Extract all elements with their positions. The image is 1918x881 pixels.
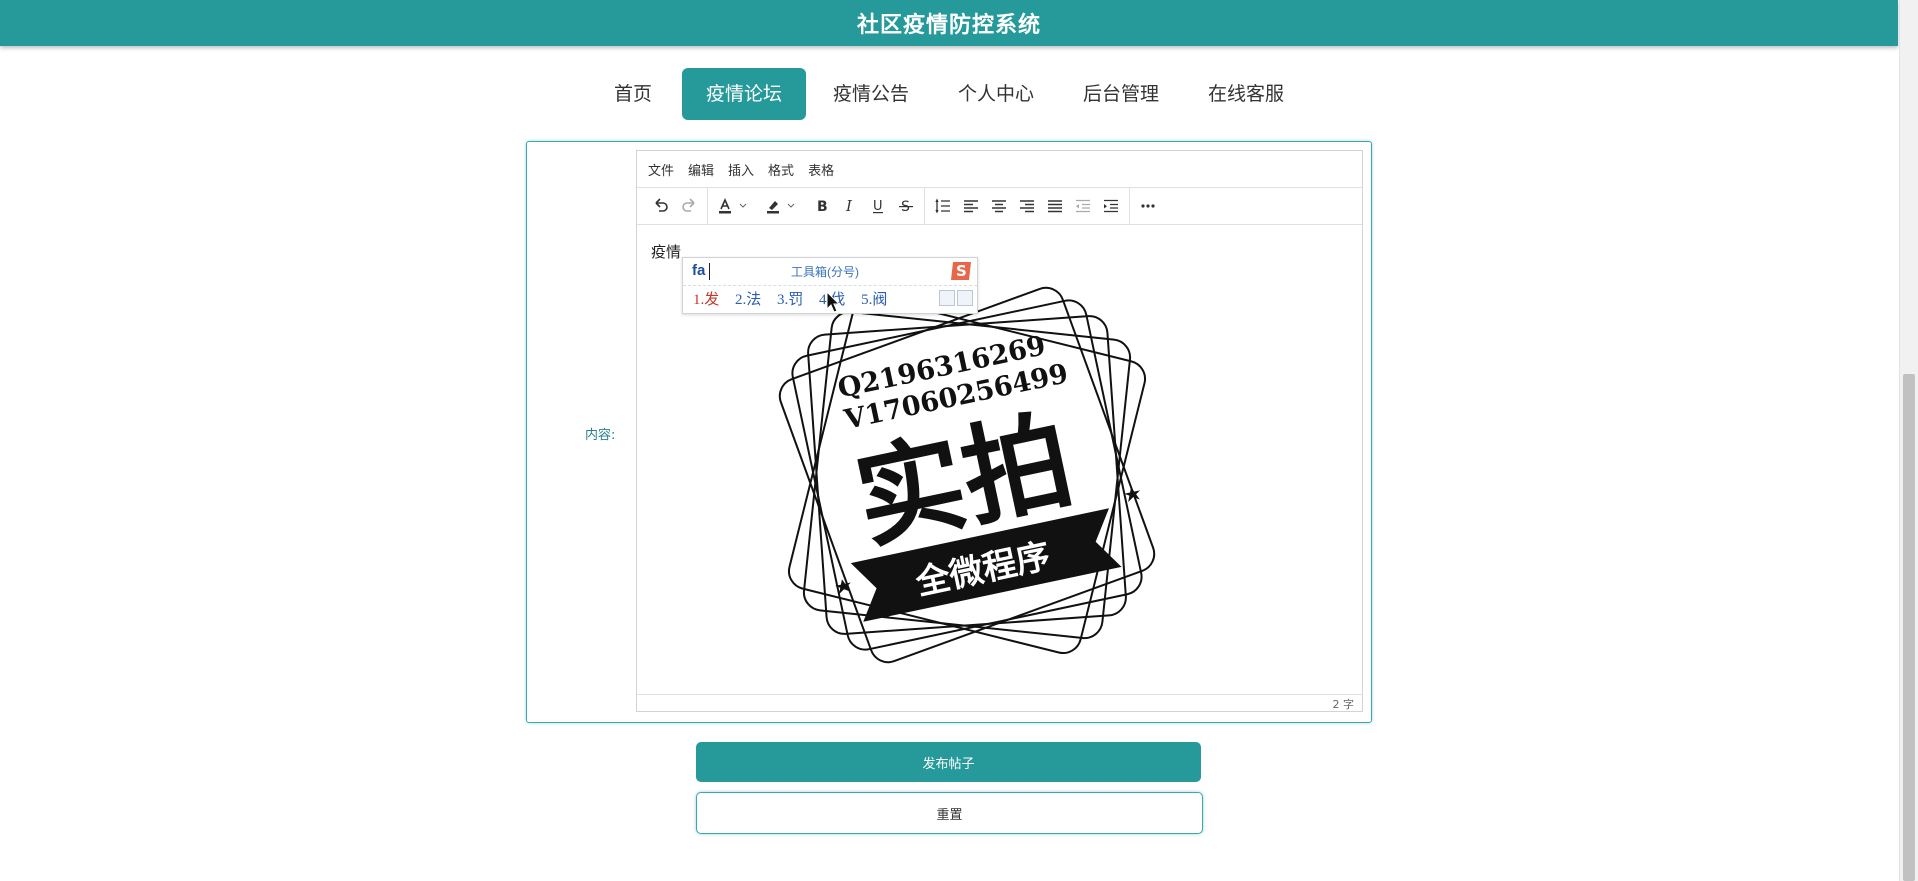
menu-edit[interactable]: 编辑 — [688, 160, 714, 179]
text-style-group: B I U S — [708, 188, 925, 224]
nav-item-support[interactable]: 在线客服 — [1190, 68, 1302, 120]
ime-candidate[interactable]: 1.发 — [693, 292, 719, 308]
editor-toolbar: B I U S — [637, 188, 1362, 225]
nav-item-profile[interactable]: 个人中心 — [940, 68, 1052, 120]
nav-item-announcements[interactable]: 疫情公告 — [815, 68, 927, 120]
mouse-cursor-icon — [826, 291, 841, 313]
ime-page-arrows — [939, 290, 973, 306]
nav-item-forum[interactable]: 疫情论坛 — [682, 68, 806, 120]
ime-candidate[interactable]: 5.阀 — [861, 292, 887, 308]
app-header: 社区疫情防控系统 — [0, 0, 1898, 46]
main-nav: 首页 疫情论坛 疫情公告 个人中心 后台管理 在线客服 — [0, 68, 1898, 120]
ime-candidate[interactable]: 3.罚 — [777, 292, 803, 308]
align-center-icon[interactable] — [985, 192, 1013, 220]
ime-expand-icon[interactable] — [957, 290, 973, 306]
outdent-icon[interactable] — [1069, 192, 1097, 220]
svg-text:S: S — [956, 262, 967, 280]
undo-icon[interactable] — [647, 192, 675, 220]
sogou-logo-icon: S — [951, 262, 971, 280]
svg-text:U: U — [873, 199, 883, 214]
alignment-group — [925, 188, 1130, 224]
ime-toolbox[interactable]: 工具箱(分号) — [791, 263, 859, 280]
italic-icon[interactable]: I — [836, 192, 864, 220]
post-form-panel: 内容: 文件 编辑 插入 格式 表格 B I U S 疫情 Q219631626… — [526, 141, 1372, 723]
chevron-down-icon — [787, 203, 795, 208]
app-title: 社区疫情防控系统 — [856, 13, 1041, 38]
menu-format[interactable]: 格式 — [768, 160, 794, 179]
watermark-stamp: Q2196316269 V17060256499 实拍 全微程序 — [778, 286, 1156, 664]
svg-text:B: B — [817, 199, 828, 215]
align-justify-icon[interactable] — [1041, 192, 1069, 220]
svg-text:I: I — [845, 197, 853, 215]
content-label: 内容: — [585, 428, 616, 443]
strikethrough-icon[interactable]: S — [892, 192, 920, 220]
rich-text-editor: 文件 编辑 插入 格式 表格 B I U S 疫情 Q2196316269 V1… — [636, 150, 1363, 712]
nav-item-home[interactable]: 首页 — [593, 68, 673, 120]
ime-next-page-icon[interactable] — [939, 290, 955, 306]
menu-table[interactable]: 表格 — [808, 160, 834, 179]
more-icon[interactable] — [1134, 192, 1162, 220]
line-height-icon[interactable] — [929, 192, 957, 220]
menu-file[interactable]: 文件 — [648, 160, 674, 179]
publish-post-button[interactable]: 发布帖子 — [696, 742, 1201, 782]
text-color-button[interactable] — [712, 197, 760, 215]
history-group — [643, 188, 708, 224]
scrollbar-thumb[interactable] — [1903, 374, 1915, 881]
nav-item-admin[interactable]: 后台管理 — [1065, 68, 1177, 120]
more-group — [1130, 188, 1166, 224]
indent-icon[interactable] — [1097, 192, 1125, 220]
editor-text: 疫情 — [651, 243, 682, 261]
menu-insert[interactable]: 插入 — [728, 160, 754, 179]
highlight-color-button[interactable] — [760, 197, 808, 215]
chevron-down-icon — [739, 203, 747, 208]
editor-menubar: 文件 编辑 插入 格式 表格 — [637, 151, 1362, 188]
highlighter-icon — [767, 201, 779, 214]
align-left-icon[interactable] — [957, 192, 985, 220]
ime-candidate-list: 1.发 2.法 3.罚 4.伐 5.阀 — [693, 288, 899, 309]
bold-icon[interactable]: B — [808, 192, 836, 220]
word-count: 2 字 — [1332, 698, 1355, 711]
editor-statusbar: 2 字 — [637, 694, 1362, 711]
reset-button[interactable]: 重置 — [696, 792, 1203, 834]
ime-pinyin: fa — [692, 262, 706, 279]
text-color-icon — [719, 198, 731, 214]
text-caret — [709, 263, 710, 280]
editor-content-area[interactable]: 疫情 Q2196316269 V17060256499 实拍 全微程序 fa 工… — [637, 225, 1362, 692]
underline-icon[interactable]: U — [864, 192, 892, 220]
page-scrollbar[interactable] — [1899, 0, 1918, 881]
ime-candidate[interactable]: 2.法 — [735, 292, 761, 308]
align-right-icon[interactable] — [1013, 192, 1041, 220]
redo-icon[interactable] — [675, 192, 703, 220]
